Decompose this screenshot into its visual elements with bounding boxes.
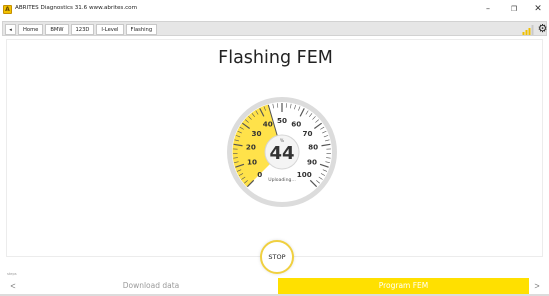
previous-step-button[interactable]: < xyxy=(4,278,22,294)
breadcrumb-ilevel[interactable]: I-Level xyxy=(96,24,124,35)
gear-icon[interactable]: ⚙ xyxy=(537,23,548,35)
gauge-tick-label: 0 xyxy=(257,170,262,179)
signal-bar-3 xyxy=(528,28,531,35)
app-window: A ABRITES Diagnostics 31.6 www.abrites.c… xyxy=(0,0,549,296)
progress-gauge: 010203040 50 60708090100 % 44 Uploading... xyxy=(227,97,337,207)
gauge-tick-label: 80 xyxy=(308,143,318,152)
breadcrumb-model[interactable]: 123D xyxy=(70,24,95,35)
main-panel: Flashing FEM 0 10 20 30 40 50 60 70 80 90 100 % 44… xyxy=(6,39,543,257)
breadcrumb-flashing[interactable]: Flashing xyxy=(125,24,158,35)
gauge-value: 44 xyxy=(269,143,294,164)
window-title: ABRITES Diagnostics 31.6 www.abrites.com xyxy=(15,5,138,11)
minimize-button[interactable]: – xyxy=(477,2,499,16)
gauge-tick-label: 100 xyxy=(297,170,312,179)
toolbar: ◂ Home BMW 123D I-Level Flashing ⚙ xyxy=(2,21,547,36)
signal-bar-2 xyxy=(525,30,528,35)
back-button[interactable]: ◂ xyxy=(5,24,16,35)
signal-strength-icon[interactable] xyxy=(522,23,535,35)
title-bar: A ABRITES Diagnostics 31.6 www.abrites.c… xyxy=(0,0,549,20)
gauge-tick-label: 20 xyxy=(246,143,256,152)
step-program-fem: Program FEM xyxy=(278,278,529,294)
gauge-tick-label: 90 xyxy=(307,157,317,166)
maximize-button[interactable]: ❐ xyxy=(503,2,525,16)
breadcrumb-home[interactable]: Home xyxy=(18,24,44,35)
stop-button[interactable]: STOP xyxy=(260,240,294,274)
gauge-tick-label: 30 xyxy=(252,129,262,138)
gauge-tick-label: 10 xyxy=(247,157,257,166)
gauge-tick-label: 60 xyxy=(291,120,301,129)
step-download-data: Download data xyxy=(24,278,278,294)
step-navigation: < Download data Program FEM > xyxy=(0,278,549,294)
breadcrumb: ◂ Home BMW 123D I-Level Flashing xyxy=(5,24,158,35)
gauge-status: Uploading... xyxy=(268,177,296,183)
next-step-button[interactable]: > xyxy=(530,278,544,294)
signal-bar-1 xyxy=(522,32,525,35)
gauge-tick-label: 50 xyxy=(277,116,287,125)
breadcrumb-bmw[interactable]: BMW xyxy=(45,24,69,35)
steps-label: steps xyxy=(7,272,17,276)
gauge-tick-label: 70 xyxy=(302,129,312,138)
app-logo-icon: A xyxy=(3,5,12,14)
close-button[interactable]: ✕ xyxy=(527,2,549,16)
signal-bar-4 xyxy=(531,25,534,35)
page-title: Flashing FEM xyxy=(218,48,333,68)
gauge-tick-label: 40 xyxy=(263,120,273,129)
